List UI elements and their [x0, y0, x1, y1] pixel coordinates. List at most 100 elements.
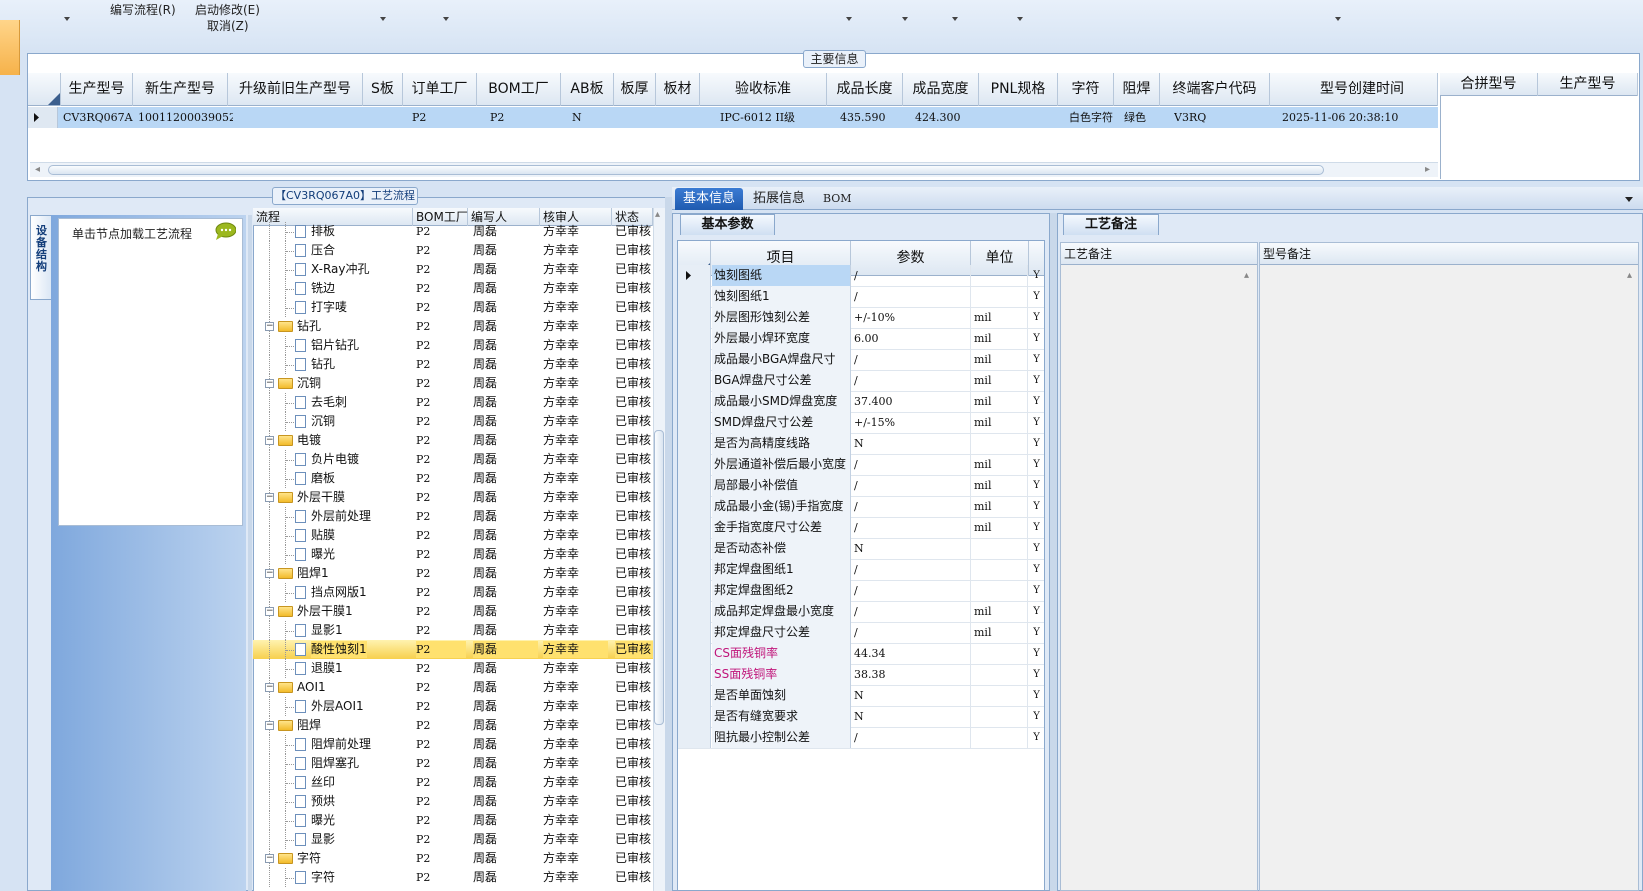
tree-node-label[interactable]: 曝光	[311, 546, 335, 563]
param-row[interactable]: 成品最小SMD焊盘宽度 37.400 mil Y	[678, 391, 1044, 413]
tree-item-row[interactable]: 酸性蚀刻1 P2 周磊 方幸幸 已审核	[253, 640, 653, 659]
row-indicator[interactable]	[678, 517, 711, 538]
tree-node-label[interactable]: 显影	[311, 831, 335, 848]
tree-item-row[interactable]: 贴膜 P2 周磊 方幸幸 已审核	[253, 526, 653, 545]
tree-item-row[interactable]: 排板 P2 周磊 方幸幸 已审核	[253, 222, 653, 241]
dropdown-arrow-icon[interactable]	[902, 17, 908, 21]
param-value[interactable]: 6.00	[852, 328, 971, 349]
tree-item-row[interactable]: 挡点网版1 P2 周磊 方幸幸 已审核	[253, 583, 653, 602]
param-row[interactable]: 是否为高精度线路 N Y	[678, 433, 1044, 455]
param-value[interactable]: /	[852, 559, 971, 580]
param-row[interactable]: 成品最小BGA焊盘尺寸 / mil Y	[678, 349, 1044, 371]
tree-item-row[interactable]: 去毛刺 P2 周磊 方幸幸 已审核	[253, 393, 653, 412]
param-row[interactable]: 外层最小焊环宽度 6.00 mil Y	[678, 328, 1044, 350]
collapse-toggle-icon[interactable]: −	[265, 379, 274, 388]
dropdown-arrow-icon[interactable]	[380, 17, 386, 21]
tree-node-label[interactable]: 阻焊塞孔	[311, 755, 359, 772]
tree-node-label[interactable]: 贴膜	[311, 527, 335, 544]
param-value[interactable]: /	[852, 727, 971, 748]
param-row[interactable]: 局部最小补偿值 / mil Y	[678, 475, 1044, 497]
param-row[interactable]: 成品邦定焊盘最小宽度 / mil Y	[678, 601, 1044, 623]
col-solder-mask[interactable]: 阻焊	[1114, 73, 1160, 106]
param-row[interactable]: 成品最小金(锡)手指宽度 / mil Y	[678, 496, 1044, 518]
row-indicator[interactable]	[678, 349, 711, 370]
cell-solder-mask[interactable]: 绿色	[1124, 107, 1160, 128]
param-row[interactable]: BGA焊盘尺寸公差 / mil Y	[678, 370, 1044, 392]
param-row[interactable]: 邦定焊盘尺寸公差 / mil Y	[678, 622, 1044, 644]
param-row[interactable]: 是否有缝宽要求 N Y	[678, 706, 1044, 728]
tree-node-label[interactable]: 退膜1	[311, 660, 343, 677]
param-value[interactable]: /	[852, 286, 971, 307]
tree-node-label[interactable]: 显影1	[311, 622, 343, 639]
tree-folder-row[interactable]: − 外层干膜1 P2 周磊 方幸幸 已审核	[253, 602, 653, 621]
param-value[interactable]: /	[852, 475, 971, 496]
col-merge-model[interactable]: 合拼型号	[1440, 73, 1538, 96]
tree-node-label[interactable]: 沉铜	[297, 375, 321, 392]
param-value[interactable]: 44.34	[852, 643, 971, 664]
tree-item-row[interactable]: 钻孔 P2 周磊 方幸幸 已审核	[253, 355, 653, 374]
tree-item-row[interactable]: 压合 P2 周磊 方幸幸 已审核	[253, 241, 653, 260]
process-remark-box[interactable]	[1060, 242, 1258, 891]
cell-old-prod-model[interactable]	[233, 107, 363, 128]
col-prod-model[interactable]: 生产型号	[61, 73, 133, 106]
cell-width[interactable]: 424.300	[915, 107, 975, 128]
tree-node-label[interactable]: 曝光	[311, 812, 335, 829]
tree-node-label[interactable]: 阻焊	[297, 717, 321, 734]
collapse-toggle-icon[interactable]: −	[265, 683, 274, 692]
col-customer-code[interactable]: 终端客户代码	[1160, 73, 1270, 106]
tab-basic-info[interactable]: 基本信息	[675, 188, 744, 210]
param-value[interactable]: N	[852, 433, 971, 454]
col-old-prod-model[interactable]: 升级前旧生产型号	[228, 73, 363, 106]
row-indicator[interactable]	[678, 538, 711, 559]
tree-node-label[interactable]: 打字唛	[311, 299, 347, 316]
tree-item-row[interactable]: 阻焊前处理 P2 周磊 方幸幸 已审核	[253, 735, 653, 754]
param-row[interactable]: SMD焊盘尺寸公差 +/-15% mil Y	[678, 412, 1044, 434]
table-row[interactable]: CV3RQ067A0 10011200039052 P2 P2 N IPC-60…	[28, 107, 1438, 128]
row-indicator[interactable]	[678, 580, 711, 601]
row-indicator[interactable]	[678, 664, 711, 685]
param-row[interactable]: 邦定焊盘图纸2/ Y	[678, 580, 1044, 602]
tree-node-label[interactable]: 铝片钻孔	[311, 337, 359, 354]
tree-node-label[interactable]: 外层AOI1	[311, 698, 364, 715]
row-indicator[interactable]	[678, 727, 711, 748]
dropdown-arrow-icon[interactable]	[1017, 17, 1023, 21]
param-row[interactable]: 阻抗最小控制公差 / Y	[678, 727, 1044, 749]
col-new-prod-model[interactable]: 新生产型号	[133, 73, 228, 106]
tree-item-row[interactable]: 曝光 P2 周磊 方幸幸 已审核	[253, 545, 653, 564]
tree-item-row[interactable]: 打字唛 P2 周磊 方幸幸 已审核	[253, 298, 653, 317]
param-value[interactable]: /	[852, 370, 971, 391]
collapse-toggle-icon[interactable]: −	[265, 854, 274, 863]
cell-pnl[interactable]	[983, 107, 1053, 128]
param-value[interactable]: /	[852, 454, 971, 475]
collapse-toggle-icon[interactable]: −	[265, 569, 274, 578]
col-material[interactable]: 板材	[656, 73, 700, 106]
tree-item-row[interactable]: 铣边 P2 周磊 方幸幸 已审核	[253, 279, 653, 298]
tree-node-label[interactable]: 钻孔	[297, 318, 321, 335]
collapse-toggle-icon[interactable]: −	[265, 721, 274, 730]
tree-node-label[interactable]: 外层干膜1	[297, 603, 353, 620]
chat-bubble-icon[interactable]	[214, 222, 236, 240]
row-indicator[interactable]	[678, 328, 711, 349]
scroll-up-icon[interactable]: ▴	[1627, 270, 1632, 281]
tree-node-label[interactable]: 字符	[311, 869, 335, 886]
tree-folder-row[interactable]: − 阻焊1 P2 周磊 方幸幸 已审核	[253, 564, 653, 583]
cell-customer-code[interactable]: V3RQ	[1174, 107, 1264, 128]
param-value[interactable]: 37.400	[852, 391, 971, 412]
enable-modify-menu[interactable]: 启动修改(E)	[195, 1, 260, 18]
cell-s-board[interactable]	[368, 107, 403, 128]
cell-order-factory[interactable]: P2	[412, 107, 477, 128]
row-indicator[interactable]	[678, 412, 711, 433]
tree-item-row[interactable]: 曝光 P2 周磊 方幸幸 已审核	[253, 811, 653, 830]
scroll-up-icon[interactable]: ▴	[1244, 270, 1249, 281]
tree-item-row[interactable]: 外层前处理 P2 周磊 方幸幸 已审核	[253, 507, 653, 526]
col-created[interactable]: 型号创建时间	[1270, 73, 1438, 106]
cell-new-prod-model[interactable]: 10011200039052	[138, 107, 233, 128]
param-row[interactable]: 金手指宽度尺寸公差 / mil Y	[678, 517, 1044, 539]
tree-item-row[interactable]: 显影1 P2 周磊 方幸幸 已审核	[253, 621, 653, 640]
param-value[interactable]: +/-10%	[852, 307, 971, 328]
load-flow-box[interactable]	[58, 218, 243, 526]
param-value[interactable]: /	[852, 349, 971, 370]
row-header-corner[interactable]	[28, 73, 61, 106]
col-ab-board[interactable]: AB板	[561, 73, 614, 106]
param-row[interactable]: CS面残铜率 44.34 Y	[678, 643, 1044, 665]
